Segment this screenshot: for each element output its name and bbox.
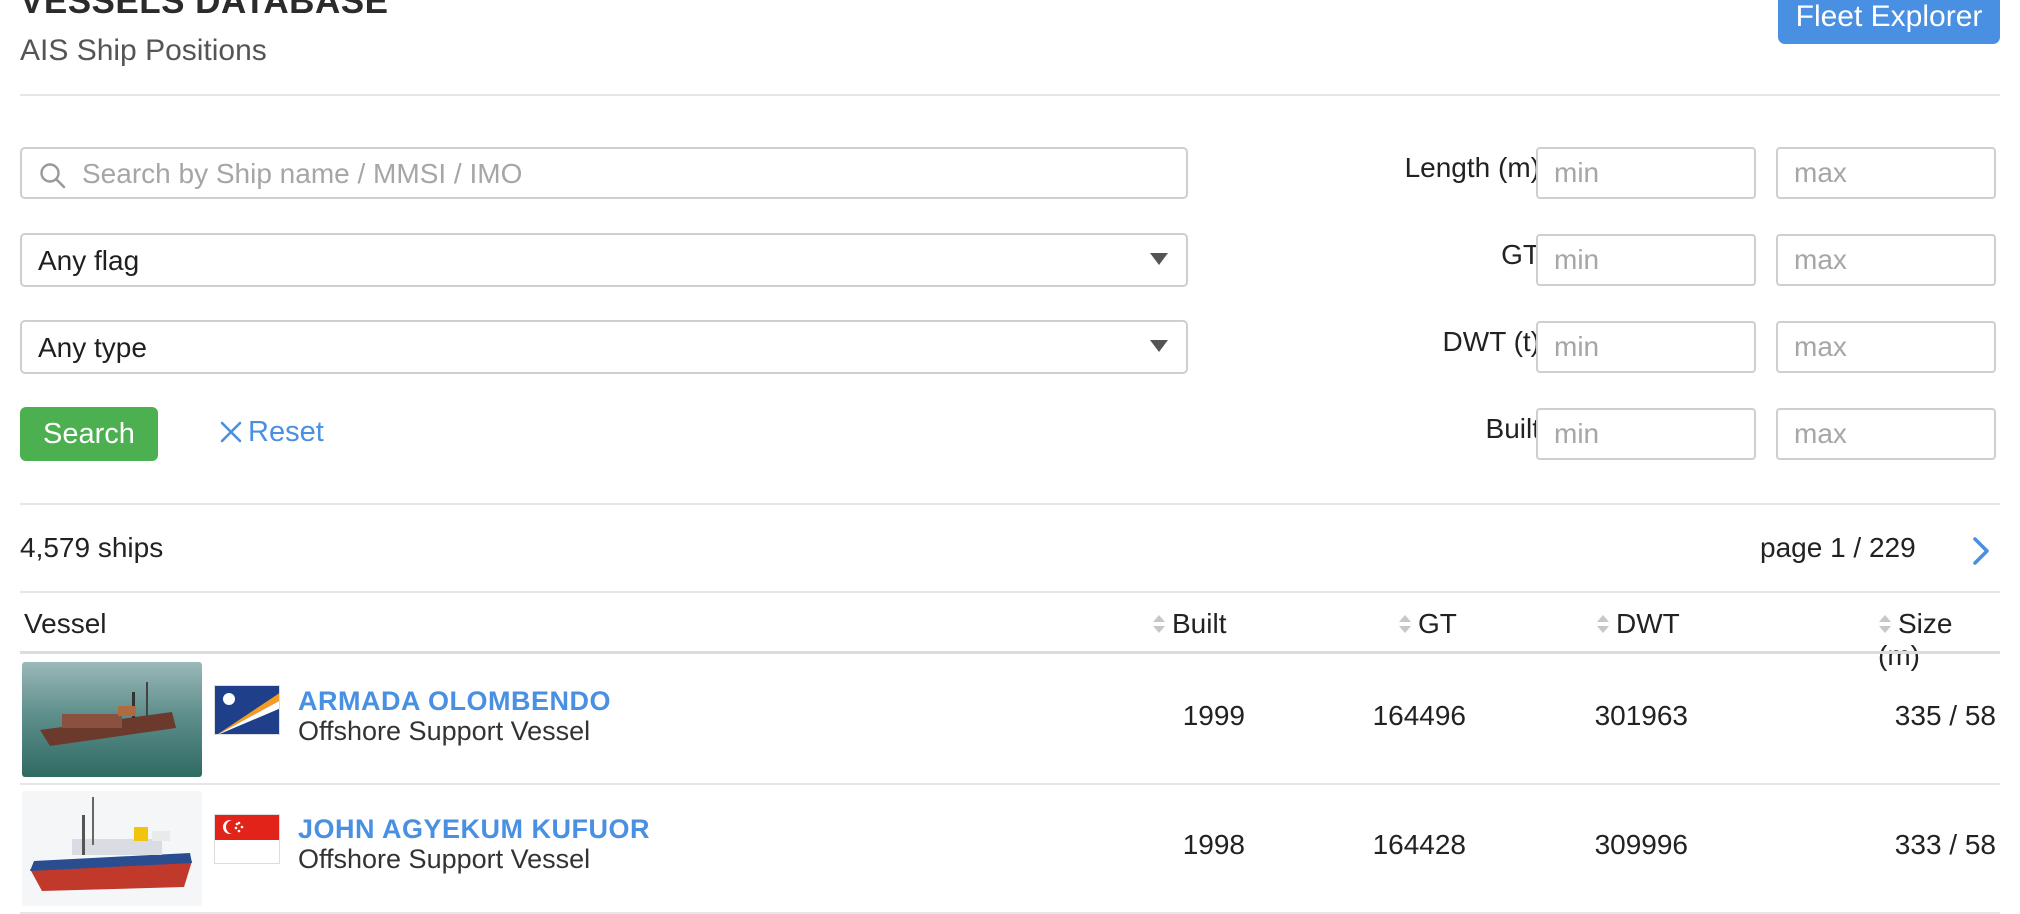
- gt-max-input[interactable]: [1776, 234, 1996, 286]
- page: VESSELS DATABASE AIS Ship Positions Flee…: [0, 0, 2020, 914]
- size-value: 333 / 58: [1894, 829, 1996, 860]
- vessel-photo-image: [22, 791, 202, 906]
- vessel-photo[interactable]: [22, 662, 202, 777]
- built-min-input[interactable]: [1536, 408, 1756, 460]
- results-count: 4,579 ships: [20, 532, 164, 563]
- chevron-down-icon: [1150, 253, 1168, 265]
- dwt-max-input[interactable]: [1776, 321, 1996, 373]
- gt-value: 164428: [1372, 829, 1466, 860]
- column-header-built[interactable]: Built: [1152, 608, 1226, 640]
- gt-min-input[interactable]: [1536, 234, 1756, 286]
- vessel-photo-image: [22, 662, 202, 777]
- page-subtitle: AIS Ship Positions: [20, 34, 267, 67]
- size-value: 335 / 58: [1894, 700, 1996, 731]
- vessel-type: Offshore Support Vessel: [298, 844, 591, 874]
- length-label: Length (m): [1404, 152, 1540, 183]
- column-header-dwt[interactable]: DWT: [1596, 608, 1680, 640]
- dwt-min-input[interactable]: [1536, 321, 1756, 373]
- dwt-label: DWT (t): [1442, 326, 1540, 357]
- sort-icon: [1153, 615, 1165, 633]
- filters-divider: [20, 503, 2000, 505]
- column-header-gt[interactable]: GT: [1398, 608, 1457, 640]
- built-value: 1999: [1182, 700, 1245, 731]
- header-divider: [20, 94, 2000, 96]
- built-value: 1998: [1182, 829, 1245, 860]
- dwt-value: 301963: [1594, 700, 1688, 731]
- table-row[interactable]: ARMADA OLOMBENDO Offshore Support Vessel…: [20, 655, 2000, 783]
- search-icon: [40, 163, 66, 189]
- page-indicator: page 1 / 229: [1760, 532, 1916, 563]
- gt-label: GT: [1501, 239, 1540, 270]
- length-max-input[interactable]: [1776, 147, 1996, 199]
- vessel-type: Offshore Support Vessel: [298, 716, 591, 746]
- search-field[interactable]: [20, 147, 1188, 199]
- flag-select[interactable]: Any flag: [20, 233, 1188, 287]
- column-header-built-label: Built: [1172, 608, 1227, 639]
- sort-icon: [1597, 615, 1609, 633]
- vessel-photo[interactable]: [22, 791, 202, 906]
- summary-divider: [20, 591, 2000, 593]
- built-max-input[interactable]: [1776, 408, 1996, 460]
- dwt-value: 309996: [1594, 829, 1688, 860]
- length-min-input[interactable]: [1536, 147, 1756, 199]
- column-header-vessel[interactable]: Vessel: [24, 608, 107, 640]
- flag-marshall-islands-icon: [214, 685, 280, 735]
- chevron-down-icon: [1150, 340, 1168, 352]
- sort-icon: [1399, 615, 1411, 633]
- fleet-explorer-button[interactable]: Fleet Explorer: [1778, 0, 2000, 44]
- search-button[interactable]: Search: [20, 407, 158, 461]
- table-row[interactable]: JOHN AGYEKUM KUFUOR Offshore Support Ves…: [20, 784, 2000, 912]
- gt-value: 164496: [1372, 700, 1466, 731]
- sort-icon: [1879, 615, 1891, 633]
- flag-select-value: Any flag: [38, 245, 140, 276]
- chevron-right-icon[interactable]: [1968, 534, 1994, 568]
- search-input[interactable]: [80, 149, 1174, 199]
- type-select[interactable]: Any type: [20, 320, 1188, 374]
- page-title: VESSELS DATABASE: [20, 0, 389, 21]
- flag-singapore-icon: [214, 814, 280, 864]
- built-label: Built: [1485, 413, 1540, 444]
- table-header-divider: [20, 651, 2000, 654]
- vessel-name-link[interactable]: JOHN AGYEKUM KUFUOR: [298, 814, 650, 845]
- column-header-gt-label: GT: [1418, 608, 1457, 639]
- type-select-value: Any type: [38, 332, 147, 363]
- reset-button-label: Reset: [248, 416, 324, 448]
- close-icon: [220, 421, 242, 443]
- reset-button[interactable]: Reset: [220, 416, 324, 452]
- vessel-name-link[interactable]: ARMADA OLOMBENDO: [298, 686, 611, 717]
- column-header-dwt-label: DWT: [1616, 608, 1680, 639]
